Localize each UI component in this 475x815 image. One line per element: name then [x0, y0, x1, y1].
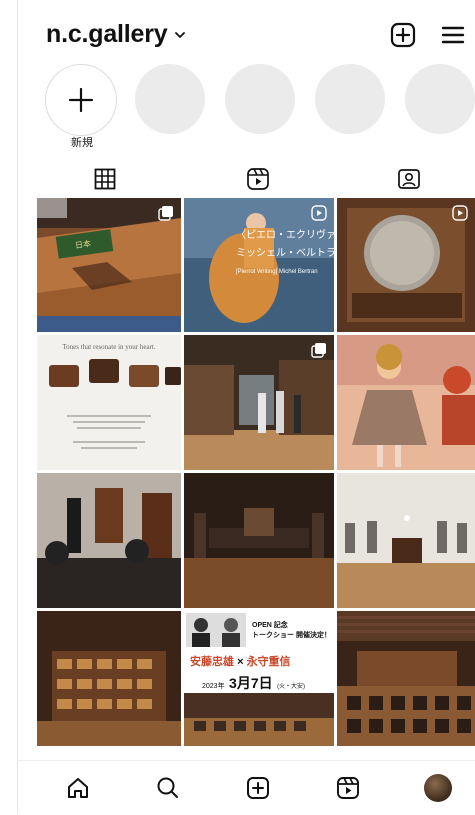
post-tile[interactable]: Tones that resonate in your heart. — [37, 335, 181, 470]
post-image-exhibit-hall — [184, 473, 334, 608]
reels-icon — [247, 168, 269, 190]
story-placeholder[interactable] — [405, 64, 475, 134]
post-tile[interactable]: 〈ピエロ・エクリヴァン ミッシェル・ベルトラン [Pierrot Writing… — [184, 198, 334, 332]
speaker-b: 永守重信 — [246, 656, 291, 668]
tab-reels[interactable] — [238, 162, 278, 196]
tagged-user-icon — [398, 169, 420, 189]
post-tile[interactable]: OPEN 記念 トークショー 開催決定！ 安藤忠雄 × 永守重信 2023年 3… — [184, 611, 334, 746]
event-line2: トークショー 開催決定！ — [252, 632, 331, 639]
reel-badge-icon — [311, 205, 327, 221]
post-image-automaton-doll — [337, 335, 475, 470]
tab-posts-grid[interactable] — [85, 162, 125, 196]
chevron-down-icon — [175, 31, 186, 38]
nav-profile[interactable] — [423, 773, 453, 803]
post-image-collection-shelves — [37, 611, 181, 746]
new-story-button[interactable] — [45, 64, 117, 136]
nav-create[interactable] — [243, 773, 273, 803]
post-title-line1: 〈ピエロ・エクリヴァン — [236, 230, 334, 241]
post-tile[interactable] — [337, 335, 475, 470]
post-subtitle: [Pierrot Writing] Michel Bertran — [236, 269, 318, 275]
post-title-line2: ミッシェル・ベルトラン — [236, 248, 334, 259]
profile-header: n.c.gallery — [46, 16, 475, 56]
post-image-auditorium — [184, 693, 334, 746]
nav-home[interactable] — [63, 773, 93, 803]
multi-photo-icon — [311, 343, 326, 358]
reel-badge-icon — [452, 205, 468, 221]
post-image-round-hall — [337, 473, 475, 608]
tab-tagged[interactable] — [389, 162, 429, 196]
post-tile[interactable] — [337, 473, 475, 608]
post-tile[interactable] — [184, 473, 334, 608]
reels-icon — [337, 777, 359, 799]
post-tile[interactable] — [337, 198, 475, 332]
post-heading: Tones that resonate in your heart. — [62, 343, 156, 351]
post-tile[interactable] — [337, 611, 475, 746]
grid-icon — [94, 168, 116, 190]
post-tile[interactable] — [37, 611, 181, 746]
speaker-a: 安藤忠雄 — [190, 656, 234, 668]
nav-reels[interactable] — [333, 773, 363, 803]
post-image-music-boxes — [49, 359, 181, 449]
nav-search[interactable] — [153, 773, 183, 803]
post-image-speaker-photos — [186, 613, 246, 647]
stories-row: 新規 — [42, 64, 475, 149]
story-placeholder[interactable] — [135, 64, 205, 134]
account-name: n.c.gallery — [46, 20, 168, 48]
multi-photo-icon — [158, 206, 173, 221]
event-day: (火・大安) — [277, 684, 306, 690]
bottom-nav — [17, 760, 475, 815]
new-story-label: 新規 — [71, 137, 93, 149]
create-icon — [247, 777, 269, 799]
add-square-icon[interactable] — [388, 20, 418, 50]
event-date: 3月7日 — [229, 675, 273, 691]
account-switcher[interactable]: n.c.gallery — [46, 20, 187, 49]
menu-icon[interactable] — [438, 20, 468, 50]
event-line1: OPEN 記念 — [252, 622, 288, 629]
event-year: 2023年 — [202, 683, 225, 690]
post-tile[interactable] — [184, 335, 334, 470]
speaker-cross: × — [237, 656, 244, 668]
post-tile[interactable]: 日本 — [37, 198, 181, 332]
frame-edge — [17, 0, 18, 814]
add-icon — [68, 87, 94, 113]
post-image-concert-hall — [337, 611, 475, 746]
post-tile[interactable] — [37, 473, 181, 608]
story-placeholder[interactable] — [315, 64, 385, 134]
story-placeholder[interactable] — [225, 64, 295, 134]
post-image-talk-event — [37, 473, 181, 608]
search-icon — [157, 777, 178, 798]
profile-tabs — [17, 162, 475, 198]
home-icon — [68, 778, 88, 798]
profile-avatar — [424, 774, 452, 802]
